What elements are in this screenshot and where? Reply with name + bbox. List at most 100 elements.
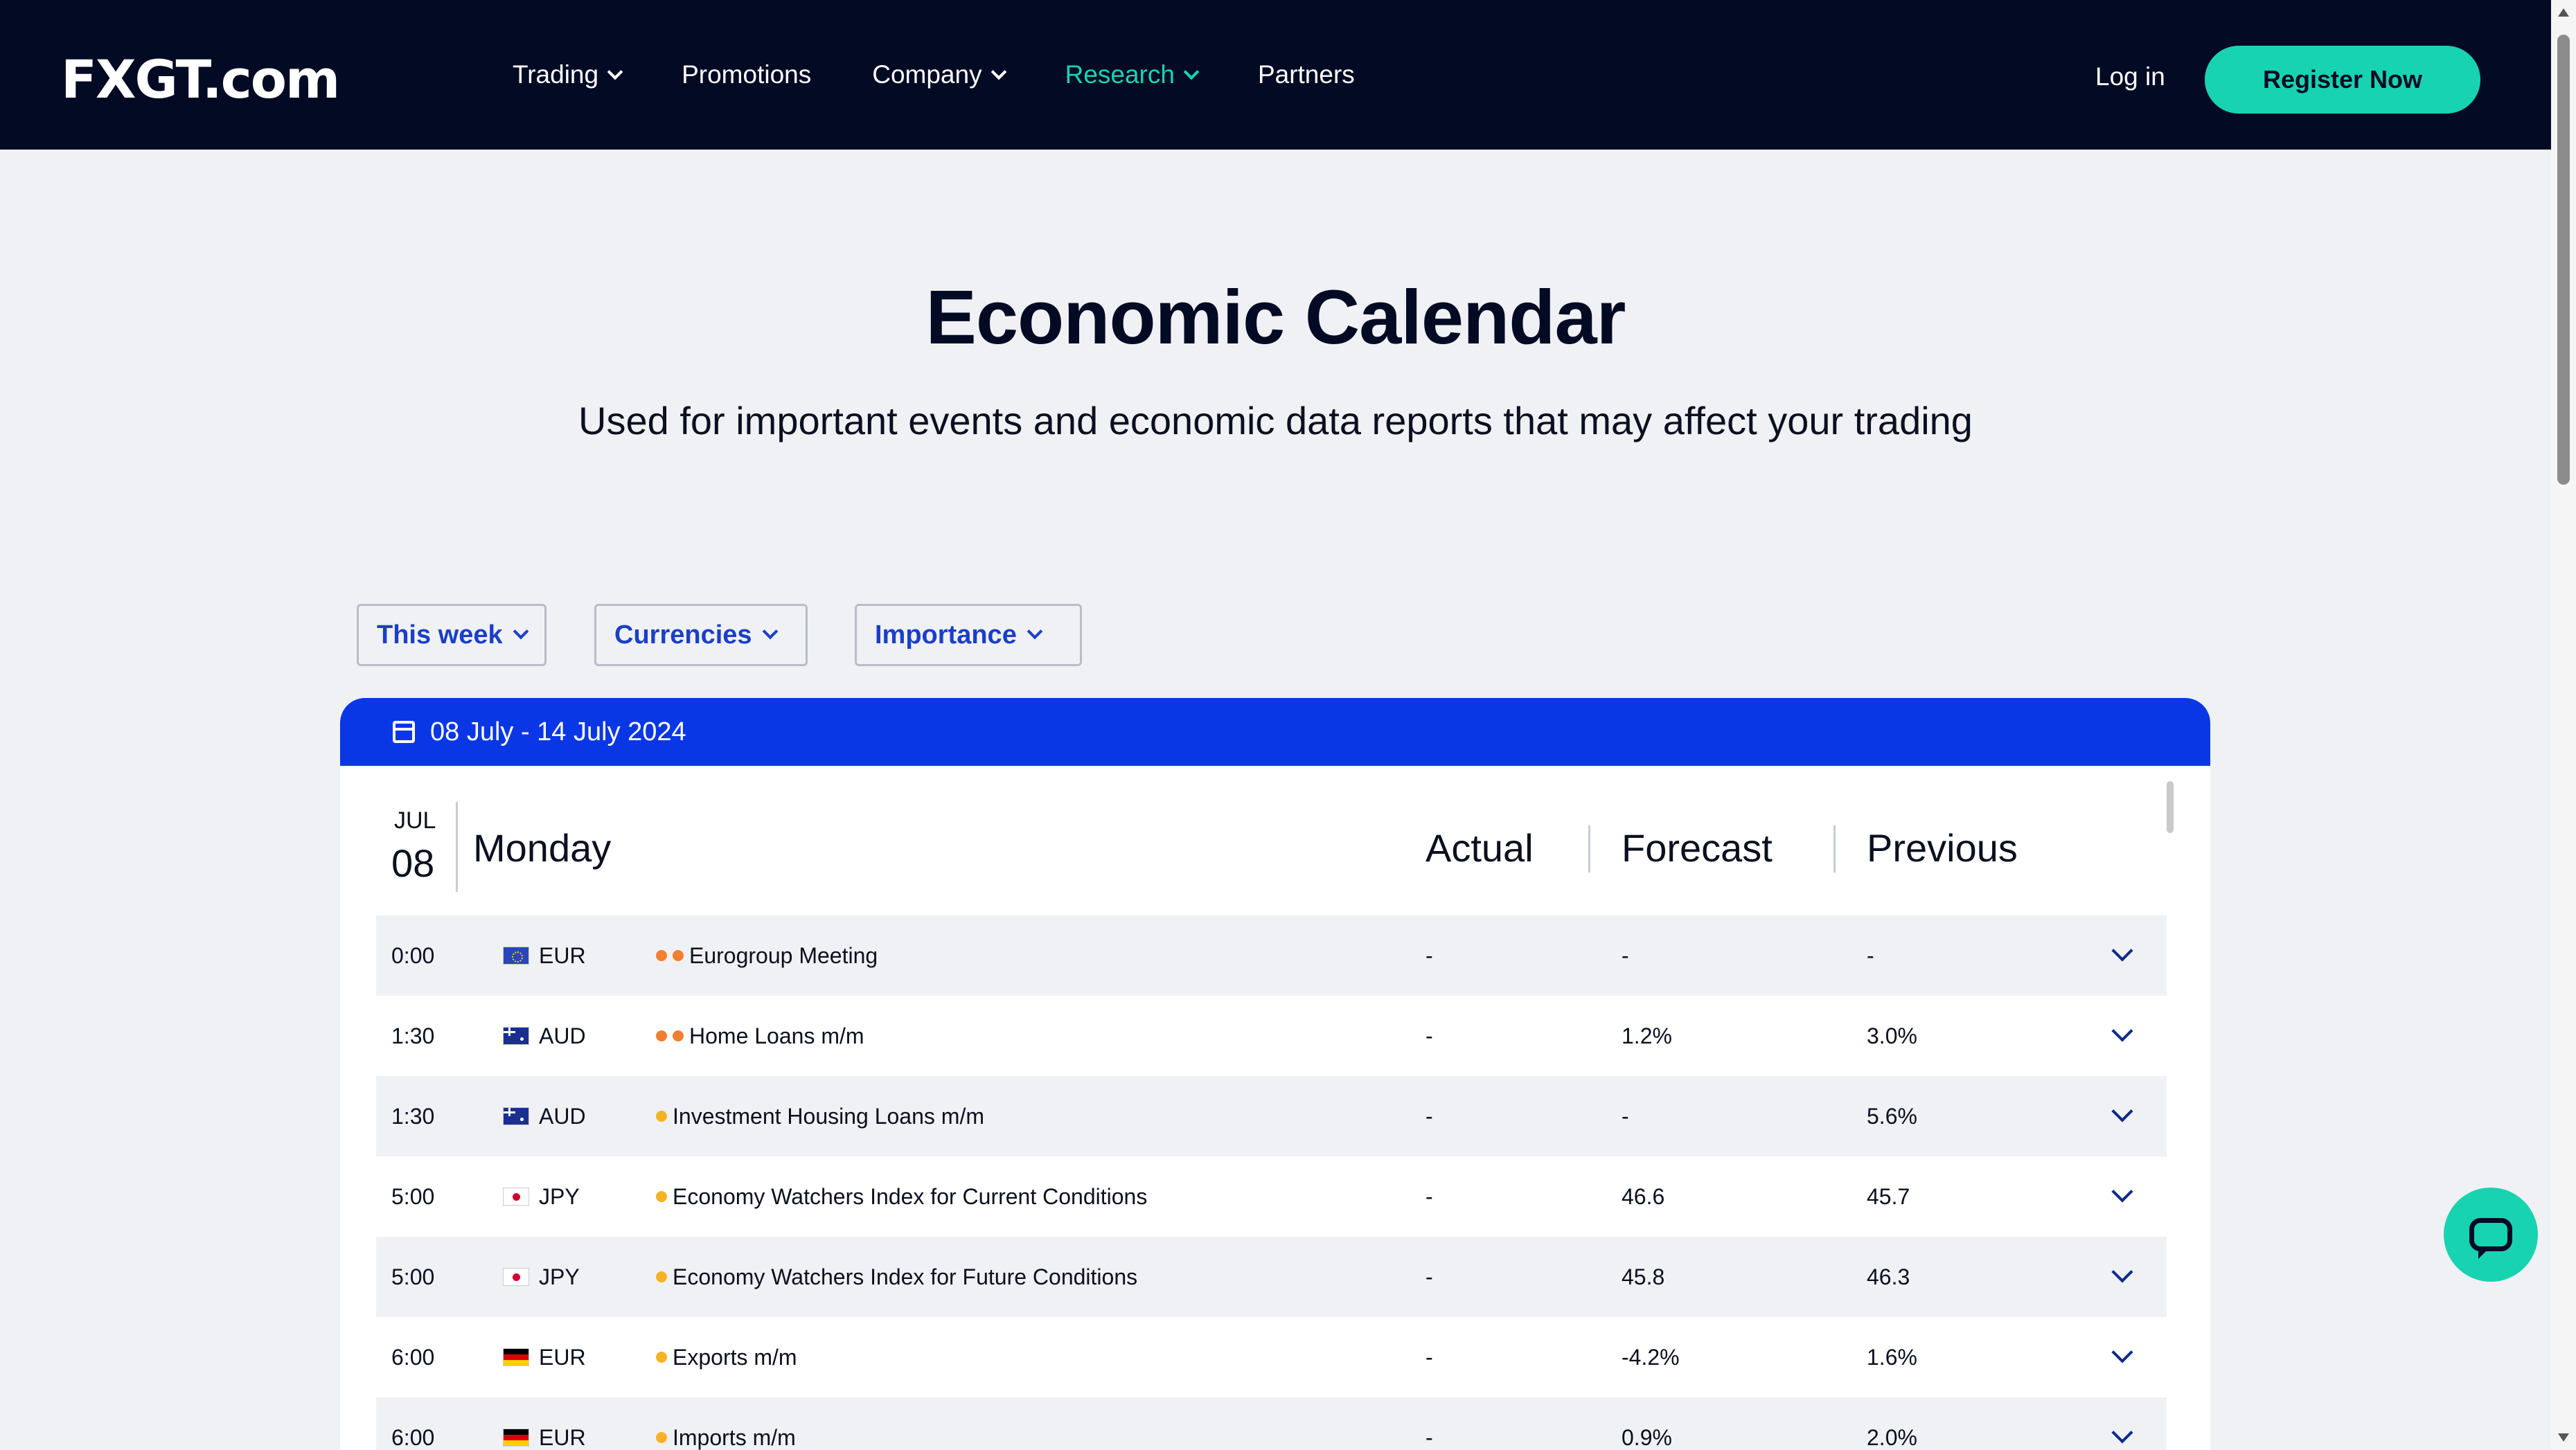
- scroll-down-arrow-icon[interactable]: [2558, 1433, 2569, 1442]
- table-row[interactable]: 1:30 AUD Investment Housing Loans m/m - - 5.6…: [376, 1076, 2167, 1156]
- login-link[interactable]: Log in: [2095, 62, 2165, 91]
- row-expand-button[interactable]: [2111, 1237, 2133, 1317]
- fxgt-logo[interactable]: FXGT.com: [61, 48, 340, 110]
- chevron-down-icon: [762, 623, 778, 640]
- importance-dot-icon: [656, 1271, 667, 1282]
- eu-flag-icon: [503, 947, 529, 965]
- event-name: Investment Housing Loans m/m: [673, 1103, 984, 1129]
- day-name: Monday: [473, 826, 612, 870]
- chevron-down-icon: [513, 623, 528, 640]
- row-expand-button[interactable]: [2111, 1156, 2133, 1237]
- chevron-down-icon: [2111, 1341, 2133, 1363]
- importance-dot-icon: [656, 1352, 667, 1363]
- event-title: Economy Watchers Index for Current Condi…: [656, 1156, 1147, 1237]
- event-actual: -: [1425, 1424, 1433, 1450]
- chevron-down-icon: [1183, 64, 1200, 80]
- calendar-icon: [393, 721, 415, 743]
- event-title: Investment Housing Loans m/m: [656, 1076, 984, 1156]
- scroll-up-arrow-icon[interactable]: [2558, 8, 2569, 17]
- event-actual: -: [1425, 1103, 1433, 1129]
- nav-item-company[interactable]: Company: [872, 60, 1006, 89]
- event-previous: 5.6%: [1867, 1103, 1917, 1129]
- event-forecast: 0.9%: [1622, 1424, 1672, 1450]
- de-flag-icon: [503, 1429, 529, 1447]
- nav-item-research[interactable]: Research: [1065, 60, 1200, 89]
- event-currency: JPY: [503, 1156, 580, 1237]
- period-filter-dropdown[interactable]: This week: [357, 604, 547, 666]
- event-name: Economy Watchers Index for Current Condi…: [673, 1183, 1148, 1209]
- column-header-actual: Actual: [1425, 826, 1534, 870]
- event-actual: -: [1425, 1023, 1433, 1048]
- row-expand-button[interactable]: [2111, 915, 2133, 996]
- event-title: Economy Watchers Index for Future Condit…: [656, 1237, 1137, 1317]
- chat-widget-button[interactable]: [2444, 1188, 2538, 1282]
- event-name: Home Loans m/m: [689, 1023, 864, 1048]
- row-expand-button[interactable]: [2111, 1397, 2133, 1450]
- column-divider: [1833, 825, 1836, 872]
- event-actual: -: [1425, 1344, 1433, 1370]
- chat-bubble-icon: [2469, 1218, 2512, 1259]
- row-expand-button[interactable]: [2111, 996, 2133, 1076]
- nav-item-promotions[interactable]: Promotions: [682, 60, 811, 89]
- currencies-filter-dropdown[interactable]: Currencies: [594, 604, 808, 666]
- event-name: Eurogroup Meeting: [689, 942, 878, 968]
- event-currency: JPY: [503, 1237, 580, 1317]
- jp-flag-icon: [503, 1188, 529, 1206]
- event-title: Home Loans m/m: [656, 996, 864, 1076]
- event-time: 0:00: [391, 942, 435, 968]
- chevron-down-icon: [2111, 1422, 2133, 1444]
- event-actual: -: [1425, 1264, 1433, 1289]
- column-header-previous: Previous: [1867, 826, 2018, 870]
- importance-filter-label: Importance: [875, 620, 1017, 650]
- event-currency: EUR: [503, 1317, 586, 1397]
- register-now-button[interactable]: Register Now: [2205, 46, 2480, 114]
- currency-code: AUD: [539, 1023, 586, 1048]
- row-expand-button[interactable]: [2111, 1317, 2133, 1397]
- importance-dot-icon: [673, 950, 684, 961]
- event-forecast: 46.6: [1622, 1183, 1665, 1209]
- currency-code: JPY: [539, 1183, 580, 1209]
- table-row[interactable]: 1:30 AUD Home Loans m/m - 1.2% 3.0%: [376, 996, 2167, 1076]
- date-range-label: 08 July - 14 July 2024: [430, 717, 686, 746]
- event-previous: 46.3: [1867, 1264, 1910, 1289]
- event-name: Economy Watchers Index for Future Condit…: [673, 1264, 1138, 1289]
- table-row[interactable]: 0:00 EUR Eurogroup Meeting - - -: [376, 915, 2167, 996]
- row-expand-button[interactable]: [2111, 1076, 2133, 1156]
- main-nav: Trading Promotions Company Research Part…: [513, 0, 1416, 150]
- importance-dot-icon: [656, 1432, 667, 1443]
- calendar-scrollbar-thumb[interactable]: [2167, 781, 2174, 833]
- chevron-down-icon: [607, 64, 623, 80]
- event-time: 6:00: [391, 1424, 435, 1450]
- event-time: 5:00: [391, 1264, 435, 1289]
- event-currency: EUR: [503, 1397, 586, 1450]
- event-currency: EUR: [503, 915, 586, 996]
- nav-label-trading: Trading: [513, 60, 599, 89]
- event-previous: 2.0%: [1867, 1424, 1917, 1450]
- table-row[interactable]: 6:00 EUR Exports m/m - -4.2% 1.6%: [376, 1317, 2167, 1397]
- au-flag-icon: [503, 1107, 529, 1125]
- currency-code: AUD: [539, 1103, 586, 1129]
- scrollbar-thumb[interactable]: [2557, 35, 2570, 485]
- table-row[interactable]: 5:00 JPY Economy Watchers Index for Curren…: [376, 1156, 2167, 1237]
- nav-item-partners[interactable]: Partners: [1258, 60, 1355, 89]
- importance-dot-icon: [656, 1191, 667, 1202]
- chevron-down-icon: [1027, 623, 1043, 640]
- jp-flag-icon: [503, 1268, 529, 1286]
- event-name: Exports m/m: [673, 1344, 797, 1370]
- chevron-down-icon: [991, 64, 1006, 80]
- table-row[interactable]: 6:00 EUR Imports m/m - 0.9% 2.0%: [376, 1397, 2167, 1450]
- page-scrollbar[interactable]: [2551, 0, 2576, 1450]
- event-title: Imports m/m: [656, 1397, 796, 1450]
- nav-item-trading[interactable]: Trading: [513, 60, 623, 89]
- event-forecast: -: [1622, 1103, 1629, 1129]
- period-filter-label: This week: [377, 620, 503, 650]
- currency-code: EUR: [539, 942, 586, 968]
- day-number: 08: [391, 841, 435, 885]
- importance-dot-icon: [656, 950, 667, 961]
- importance-filter-dropdown[interactable]: Importance: [855, 604, 1082, 666]
- event-previous: 1.6%: [1867, 1344, 1917, 1370]
- nav-label-partners: Partners: [1257, 60, 1355, 89]
- day-month: JUL: [394, 807, 436, 834]
- table-row[interactable]: 5:00 JPY Economy Watchers Index for Future…: [376, 1237, 2167, 1317]
- currency-code: EUR: [539, 1424, 586, 1450]
